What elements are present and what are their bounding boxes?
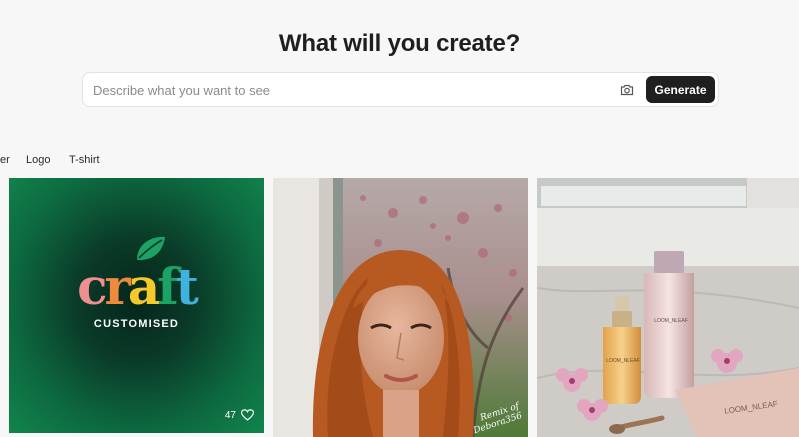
product-photo bbox=[537, 178, 799, 437]
product-label-pink: LOOM_NLEAF bbox=[654, 318, 688, 324]
portrait-photo bbox=[273, 178, 528, 437]
camera-icon[interactable] bbox=[618, 81, 636, 99]
likes-count: 47 bbox=[224, 409, 236, 421]
logo-letter: c bbox=[77, 257, 108, 316]
craft-wordmark: craft bbox=[9, 262, 264, 312]
search-bar: Generate bbox=[82, 72, 719, 107]
logo-letter: t bbox=[175, 257, 199, 316]
leaf-icon bbox=[137, 236, 165, 261]
page-title: What will you create? bbox=[278, 30, 521, 57]
gallery-card-portrait[interactable]: Remix of Debora356 bbox=[273, 178, 528, 437]
search-input[interactable] bbox=[93, 80, 593, 100]
camera-icon-graphic bbox=[620, 84, 634, 96]
gallery-card-product[interactable]: LOOM_NLEAF LOOM_NLEAF LOOM_NLEAF bbox=[537, 178, 799, 437]
product-label-amber: LOOM_NLEAF bbox=[606, 358, 640, 364]
gallery-card-logo[interactable]: craft CUSTOMISED 47 bbox=[9, 178, 264, 433]
category-chip-partial[interactable]: er bbox=[0, 154, 10, 166]
logo-letter: r bbox=[104, 257, 131, 316]
logo-letter: f bbox=[157, 257, 178, 316]
logo-letter: a bbox=[127, 257, 160, 316]
craft-logo: craft CUSTOMISED bbox=[9, 236, 264, 330]
category-chip-tshirt[interactable]: T-shirt bbox=[69, 154, 100, 166]
generate-button[interactable]: Generate bbox=[646, 76, 715, 103]
heart-icon[interactable] bbox=[241, 409, 254, 421]
logo-subtitle: CUSTOMISED bbox=[93, 318, 180, 330]
likes-counter[interactable]: 47 bbox=[225, 409, 254, 421]
category-chip-logo[interactable]: Logo bbox=[26, 154, 50, 166]
